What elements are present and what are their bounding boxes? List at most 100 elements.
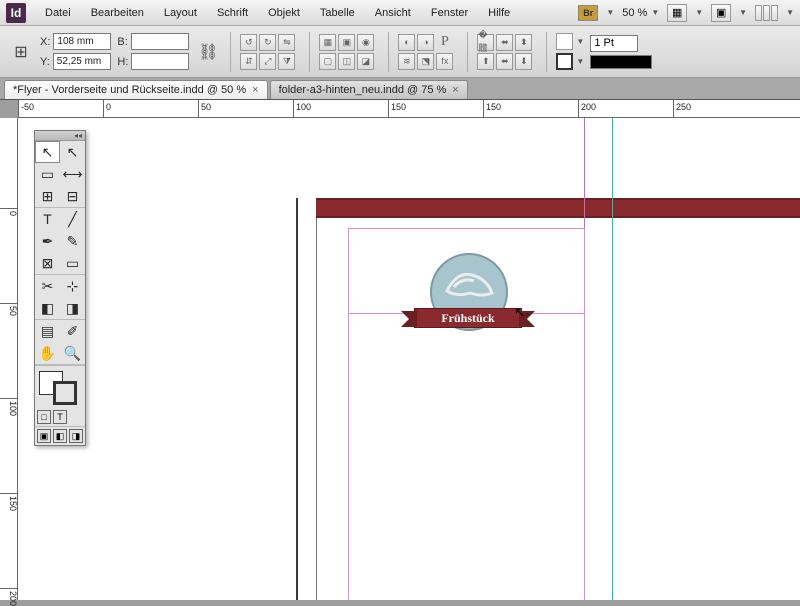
flip-v-button[interactable]: ⇵ [240, 53, 257, 70]
drop-shadow-button[interactable]: ◐ [398, 34, 415, 51]
scissors-tool[interactable]: ✂ [35, 275, 60, 297]
fit-proportionally-button[interactable]: ◫ [338, 53, 355, 70]
corner-options-button[interactable]: ⬔ [417, 53, 434, 70]
menu-objekt[interactable]: Objekt [259, 3, 309, 23]
fill-swatch[interactable] [556, 33, 573, 50]
zoom-dropdown[interactable]: 50 % ▼ [622, 7, 659, 19]
opacity-button[interactable]: ◑ [417, 34, 434, 51]
ruler-tick: 0 [103, 100, 111, 118]
align-bottom-button[interactable]: ⬇ [515, 53, 532, 70]
tools-panel[interactable]: ◂◂ ↖↖▭⟷⊞⊟T╱✒✎⊠▭✂⊹◧◨▤✐✋🔍 □T ▣◧◨ [34, 130, 86, 446]
red-banner-object[interactable] [316, 198, 800, 218]
flip-h-button[interactable]: ⇋ [278, 34, 295, 51]
screen-mode-button[interactable]: ▣ [711, 4, 731, 22]
content-collector-tool[interactable]: ⊞ [35, 185, 60, 207]
center-content-button[interactable]: ◉ [357, 34, 374, 51]
gap-tool[interactable]: ⟷ [60, 163, 85, 185]
align-center-h-button[interactable]: ⬌ [496, 34, 513, 51]
stroke-weight-input[interactable]: 1 Pt [590, 35, 638, 52]
fill-stroke-swatch[interactable] [35, 369, 85, 405]
bleed-mode[interactable]: ◨ [69, 429, 83, 443]
gradient-feather-tool[interactable]: ◨ [60, 297, 85, 319]
constrain-icon[interactable]: ⛓ [195, 39, 221, 65]
vertical-guide-cyan[interactable] [612, 118, 613, 600]
arrange-documents-button[interactable] [755, 5, 778, 21]
menu-schrift[interactable]: Schrift [208, 3, 257, 23]
view-options-button[interactable]: ▦ [667, 4, 687, 22]
close-icon[interactable]: × [452, 84, 458, 96]
pen-tool[interactable]: ✒ [35, 230, 60, 252]
canvas[interactable]: Frühstück ↖▫ [18, 118, 800, 600]
rotate-ccw-button[interactable]: ↺ [240, 34, 257, 51]
panel-collapse-icon[interactable]: ◂◂ [35, 131, 85, 141]
shear-button[interactable]: ⧩ [278, 53, 295, 70]
h-input[interactable] [131, 53, 189, 70]
align-center-v-button[interactable]: ⬌ [496, 53, 513, 70]
vertical-ruler[interactable]: 050100150200 [0, 118, 18, 600]
y-input[interactable] [53, 53, 111, 70]
x-label: X: [40, 36, 50, 48]
close-icon[interactable]: × [252, 84, 258, 96]
type-icon[interactable]: P [436, 34, 453, 51]
stroke-style-dropdown[interactable] [590, 55, 652, 69]
gradient-swatch-tool[interactable]: ◧ [35, 297, 60, 319]
chevron-down-icon[interactable]: ▼ [576, 57, 584, 66]
text-container[interactable]: T [53, 410, 67, 424]
menu-datei[interactable]: Datei [36, 3, 80, 23]
align-right-button[interactable]: ⬍ [515, 34, 532, 51]
menu-layout[interactable]: Layout [155, 3, 206, 23]
fill-frame-button[interactable]: ▦ [319, 34, 336, 51]
free-transform-tool[interactable]: ⊹ [60, 275, 85, 297]
rotate-cw-button[interactable]: ↻ [259, 34, 276, 51]
chevron-down-icon[interactable]: ▼ [739, 8, 747, 17]
page-tool[interactable]: ▭ [35, 163, 60, 185]
chevron-down-icon[interactable]: ▼ [576, 37, 584, 46]
ruler-tick: 100 [293, 100, 311, 118]
eyedropper-tool[interactable]: ✐ [60, 320, 85, 342]
note-tool[interactable]: ▤ [35, 320, 60, 342]
scale-button[interactable]: ⤢ [259, 53, 276, 70]
chevron-down-icon[interactable]: ▼ [606, 8, 614, 17]
ruler-tick: 150 [388, 100, 406, 118]
x-input[interactable] [53, 33, 111, 50]
effects-fx-button[interactable]: fx [436, 53, 453, 70]
direct-selection-tool[interactable]: ↖ [60, 141, 85, 163]
menu-ansicht[interactable]: Ansicht [366, 3, 420, 23]
text-wrap-button[interactable]: ≋ [398, 53, 415, 70]
fill-container[interactable]: □ [37, 410, 51, 424]
stroke-swatch[interactable] [556, 53, 573, 70]
bridge-icon[interactable]: Br [578, 5, 598, 21]
menu-bearbeiten[interactable]: Bearbeiten [82, 3, 153, 23]
menu-fenster[interactable]: Fenster [422, 3, 477, 23]
fill-proportionally-button[interactable]: ◪ [357, 53, 374, 70]
rectangle-frame-tool[interactable]: ⊠ [35, 252, 60, 274]
menu-hilfe[interactable]: Hilfe [479, 3, 519, 23]
stroke-color-icon[interactable] [53, 381, 77, 405]
selection-tool[interactable]: ↖ [35, 141, 60, 163]
ribbon-label[interactable]: Frühstück [414, 308, 522, 328]
pencil-tool[interactable]: ✎ [60, 230, 85, 252]
preview-mode[interactable]: ◧ [53, 429, 67, 443]
chevron-down-icon[interactable]: ▼ [695, 8, 703, 17]
zoom-tool[interactable]: 🔍 [60, 342, 85, 364]
type-tool[interactable]: T [35, 208, 60, 230]
horizontal-ruler[interactable]: -50050100150150200250 [18, 100, 800, 118]
fit-content-button[interactable]: ▣ [338, 34, 355, 51]
tab-flyer[interactable]: *Flyer - Vorderseite und Rückseite.indd … [4, 80, 268, 99]
reference-point-icon[interactable]: ⊞ [8, 39, 34, 65]
content-placer-tool[interactable]: ⊟ [60, 185, 85, 207]
rectangle-tool[interactable]: ▭ [60, 252, 85, 274]
spread-edge [296, 198, 298, 600]
menu-bar: Id Datei Bearbeiten Layout Schrift Objek… [0, 0, 800, 26]
tab-folder[interactable]: folder-a3-hinten_neu.indd @ 75 %× [270, 80, 468, 99]
line-tool[interactable]: ╱ [60, 208, 85, 230]
align-top-button[interactable]: ⬆ [477, 53, 494, 70]
align-left-button[interactable]: �體 [477, 34, 494, 51]
normal-mode[interactable]: ▣ [37, 429, 51, 443]
y-label: Y: [40, 56, 50, 68]
fit-frame-button[interactable]: ▢ [319, 53, 336, 70]
hand-tool[interactable]: ✋ [35, 342, 60, 364]
chevron-down-icon[interactable]: ▼ [786, 8, 794, 17]
w-input[interactable] [131, 33, 189, 50]
menu-tabelle[interactable]: Tabelle [311, 3, 364, 23]
